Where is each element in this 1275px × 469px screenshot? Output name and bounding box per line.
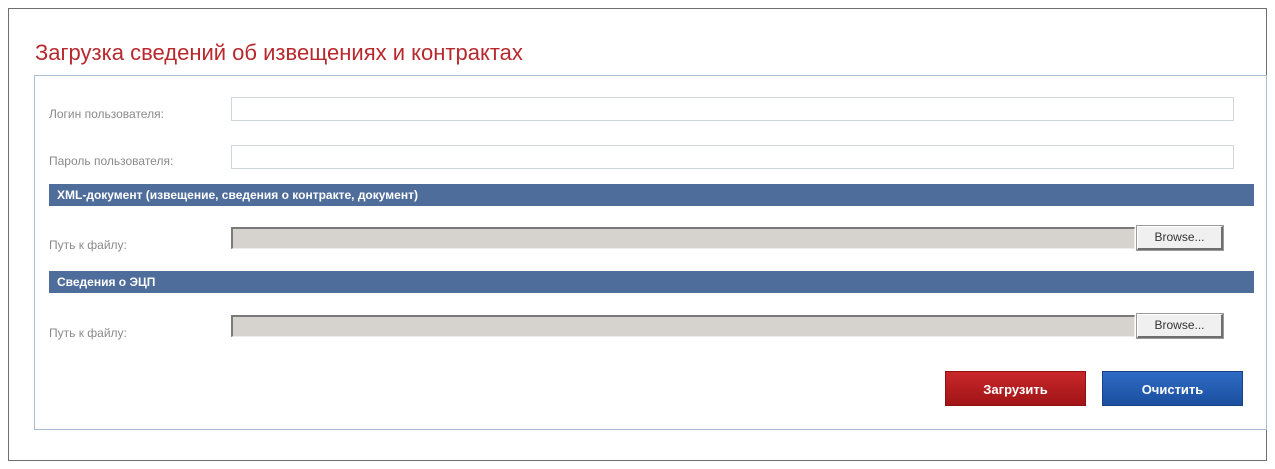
signature-browse-button[interactable]: Browse... [1136, 313, 1224, 339]
xml-browse-button[interactable]: Browse... [1136, 225, 1224, 251]
upload-button[interactable]: Загрузить [945, 371, 1086, 406]
password-input[interactable] [231, 145, 1234, 169]
page-frame: Загрузка сведений об извещениях и контра… [8, 8, 1267, 461]
login-label: Логин пользователя: [49, 107, 164, 121]
password-label: Пароль пользователя: [49, 154, 174, 168]
clear-button[interactable]: Очистить [1102, 371, 1243, 406]
section-header-xml-document: XML-документ (извещение, сведения о конт… [49, 184, 1254, 206]
signature-file-path-label: Путь к файлу: [49, 326, 127, 340]
page-title: Загрузка сведений об извещениях и контра… [35, 40, 523, 65]
login-input[interactable] [231, 97, 1234, 121]
xml-file-path-label: Путь к файлу: [49, 238, 127, 252]
xml-file-path-input[interactable] [231, 227, 1135, 249]
section-header-digital-signature: Сведения о ЭЦП [49, 271, 1254, 293]
signature-file-path-input[interactable] [231, 315, 1135, 337]
